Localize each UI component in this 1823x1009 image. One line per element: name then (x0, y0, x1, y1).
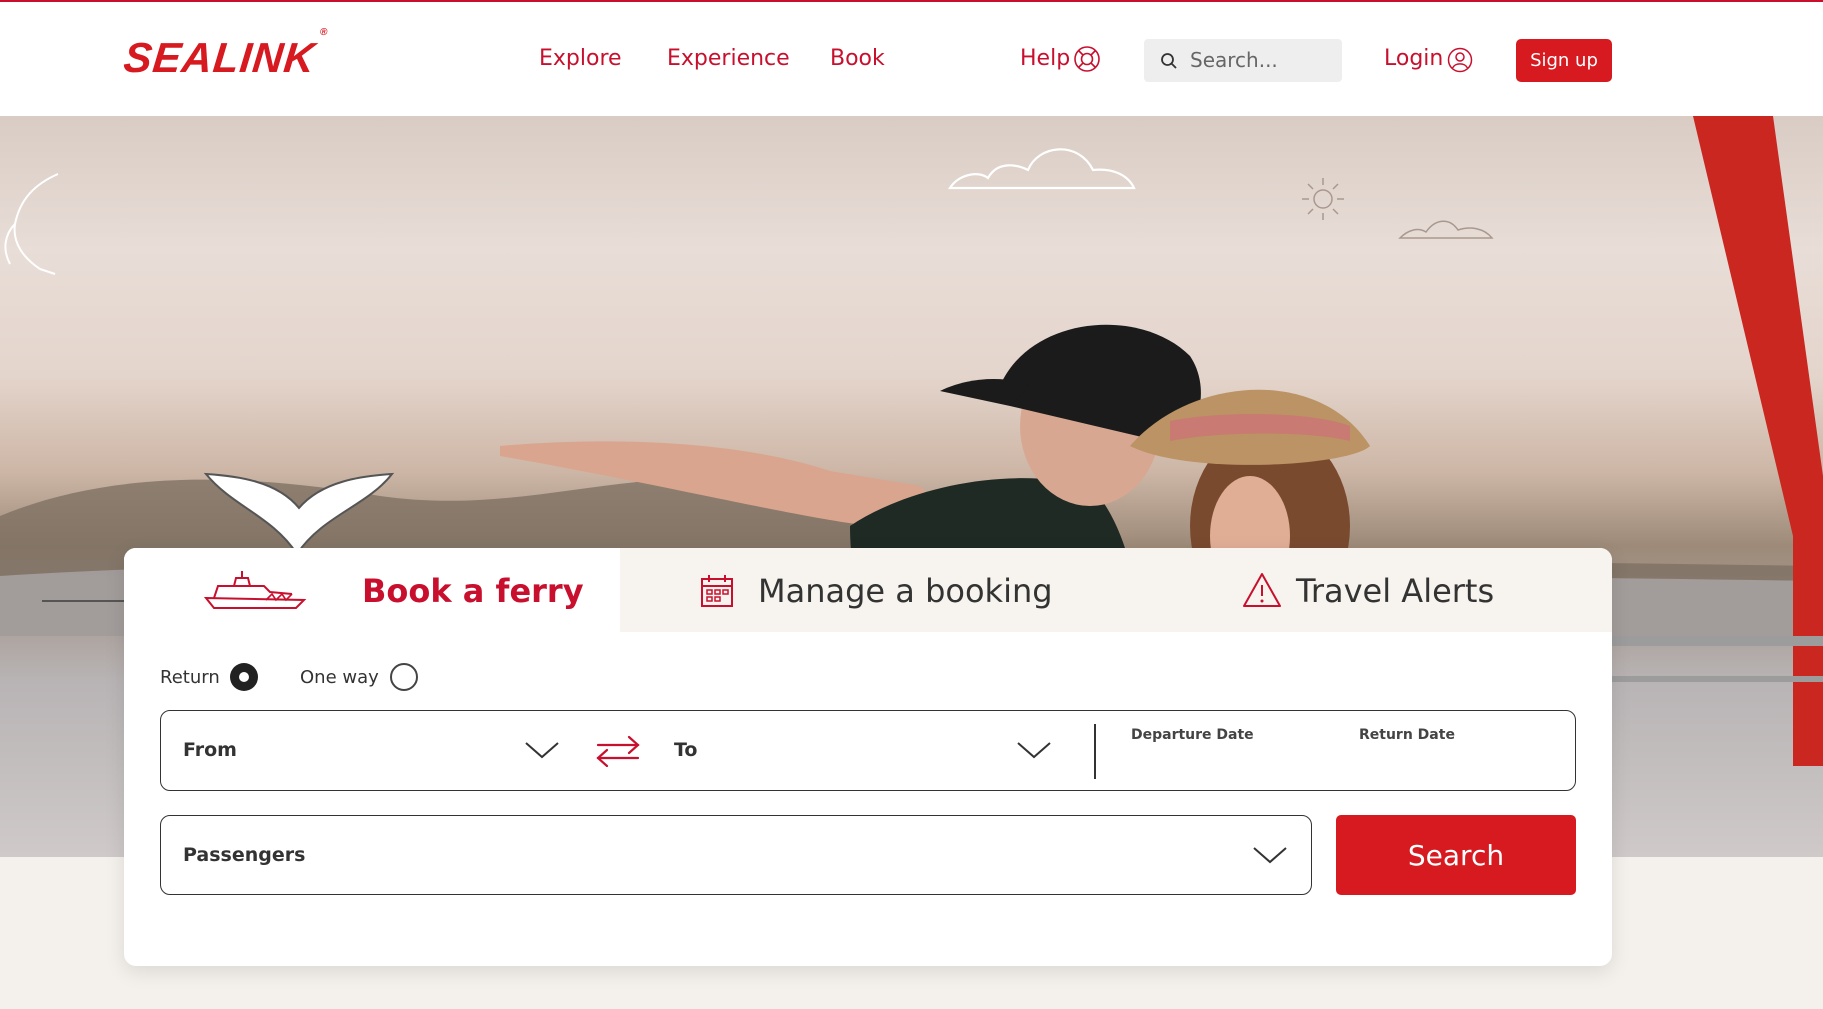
return-date-field[interactable]: Return Date (1351, 711, 1571, 789)
chevron-down-icon (525, 742, 559, 759)
sun-illustration (1302, 178, 1344, 220)
search-input[interactable] (1190, 45, 1330, 75)
nav-experience[interactable]: Experience (667, 46, 790, 71)
user-icon[interactable] (1447, 47, 1473, 73)
passengers-label: Passengers (183, 844, 306, 866)
passengers-select[interactable]: Passengers (160, 815, 1312, 895)
nav-explore[interactable]: Explore (539, 46, 622, 71)
search-icon (1161, 53, 1177, 69)
radio-one-way-label: One way (300, 667, 379, 688)
lifebuoy-icon[interactable] (1073, 45, 1101, 73)
ferry-icon (204, 571, 307, 609)
sealink-logo[interactable]: SEALINK® (121, 27, 329, 82)
to-select[interactable]: To (656, 711, 1076, 789)
warning-icon (1243, 573, 1281, 607)
tab-travel-alerts[interactable]: Travel Alerts (1116, 548, 1612, 632)
route-divider (1094, 724, 1096, 779)
tab-manage-booking-label: Manage a booking (758, 572, 1053, 610)
whale-tail-illustration (203, 472, 395, 556)
departure-date-label: Departure Date (1131, 727, 1254, 743)
swap-arrows-icon[interactable] (595, 735, 641, 767)
search-button[interactable]: Search (1336, 815, 1576, 895)
radio-one-way[interactable] (390, 663, 418, 691)
horizon-line (42, 600, 124, 602)
site-header: SEALINK® Explore Experience Book Help Lo… (0, 2, 1823, 116)
logo-text: SEALINK (121, 34, 318, 81)
radio-return-label: Return (160, 667, 220, 688)
tab-book-a-ferry-label: Book a ferry (362, 572, 584, 610)
chevron-down-icon (1253, 847, 1287, 864)
radio-return[interactable] (230, 663, 258, 691)
route-selector: From To Departure Date Return Date (160, 710, 1576, 791)
nav-book[interactable]: Book (830, 46, 885, 71)
calendar-icon (701, 575, 733, 607)
seagull-illustration (4, 173, 59, 275)
to-label: To (674, 739, 698, 761)
return-date-label: Return Date (1359, 727, 1455, 743)
from-label: From (183, 739, 237, 761)
tab-book-a-ferry[interactable]: Book a ferry (124, 548, 620, 632)
cloud-illustration (948, 148, 1136, 190)
nav-login[interactable]: Login (1384, 46, 1443, 71)
signup-button[interactable]: Sign up (1516, 39, 1612, 82)
nav-help[interactable]: Help (1020, 46, 1070, 71)
tab-travel-alerts-label: Travel Alerts (1296, 572, 1495, 610)
from-select[interactable]: From (161, 711, 581, 789)
registered-mark: ® (319, 27, 329, 38)
departure-date-field[interactable]: Departure Date (1121, 711, 1341, 789)
chevron-down-icon (1017, 742, 1051, 759)
booking-tabs: Book a ferry Manage a booking Travel Ale… (124, 548, 1612, 632)
tab-manage-booking[interactable]: Manage a booking (620, 548, 1116, 632)
header-search[interactable] (1144, 39, 1342, 82)
